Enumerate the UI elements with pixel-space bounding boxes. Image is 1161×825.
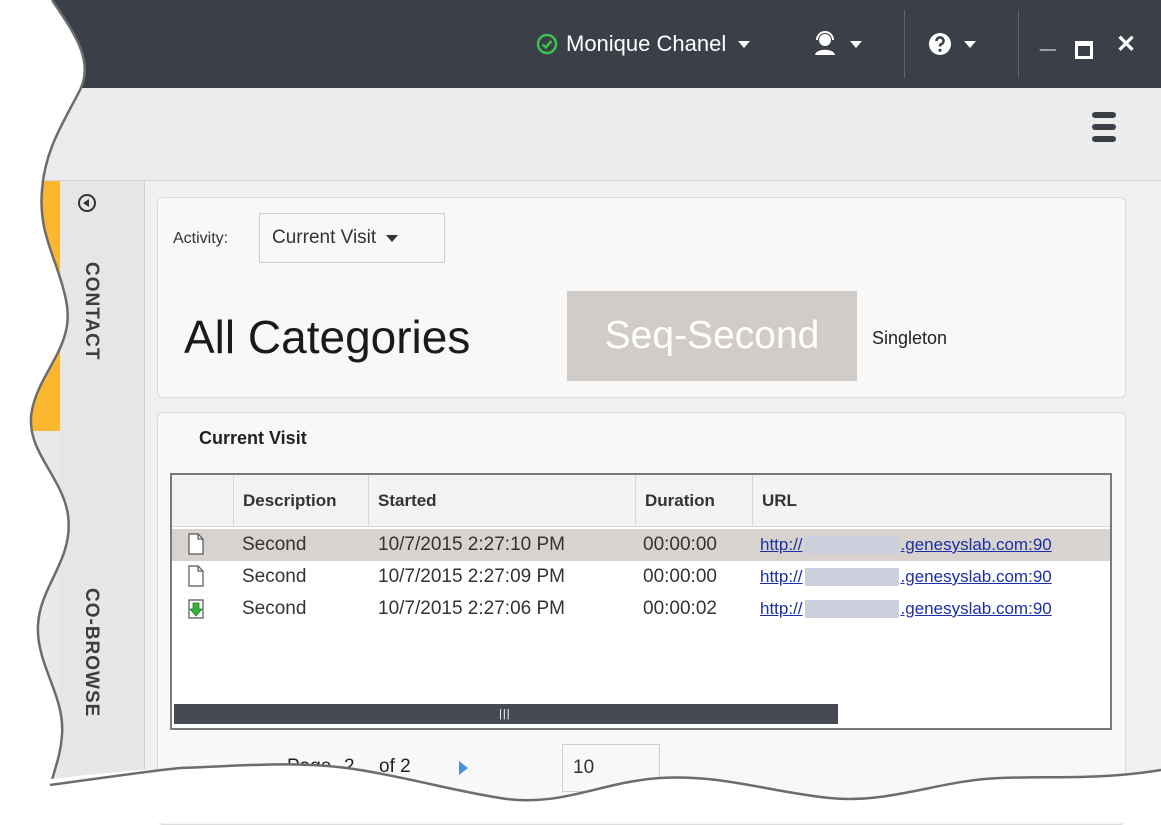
torn-edge-overlay [0, 0, 1161, 823]
app-window: Monique Chanel _ ✕ CONTACT CO-BROWSE Act… [0, 0, 1161, 825]
